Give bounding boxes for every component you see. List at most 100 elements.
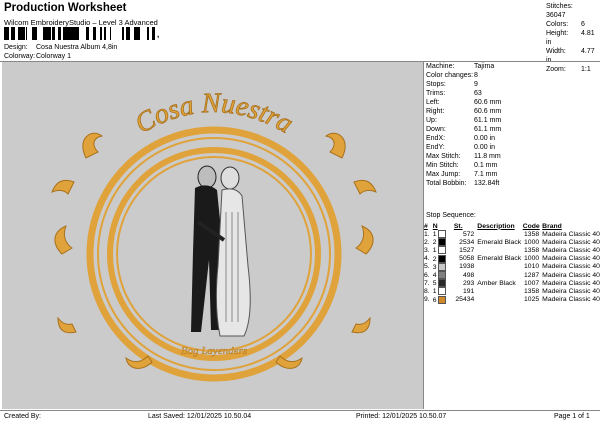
barcode-bar — [86, 27, 89, 40]
stop-index: 1. — [424, 230, 430, 238]
barcode-bar — [35, 27, 37, 40]
stop-needle: 1 — [433, 230, 454, 239]
stop-code: 1000 — [524, 255, 540, 263]
barcode-bar — [126, 27, 127, 40]
barcode-bar — [14, 27, 15, 40]
machine-info-value: 61.1 mm — [474, 117, 502, 124]
thread-swatch — [438, 262, 447, 271]
colorway-row: Colorway:Colorway 1 — [4, 52, 71, 61]
thread-swatch — [438, 287, 447, 296]
thread-swatch — [438, 271, 447, 280]
stop-index: 9. — [424, 296, 430, 304]
thread-swatch — [438, 246, 447, 255]
stop-code: 1007 — [524, 279, 540, 287]
stat-stitches: Stitches:36047 — [546, 3, 573, 19]
design-row: Design: Cosa Nuestra Album 4,8in — [4, 43, 117, 52]
stop-stitches: 1527 — [459, 246, 475, 254]
machine-info-value: 61.1 mm — [474, 126, 502, 133]
col-header-stitches: St. — [453, 222, 463, 230]
col-header-index: # — [424, 222, 428, 230]
barcode-bar — [75, 27, 77, 40]
last-saved: Last Saved: 12/01/2025 10.50.04 — [148, 413, 252, 420]
barcode — [4, 27, 156, 40]
barcode-bar — [65, 27, 68, 40]
stop-row: 7. 5 293 Amber Black 1007 Madeira Classic 40 — [424, 279, 600, 288]
stop-brand: Madeira Classic 40 — [542, 263, 600, 271]
machine-info-value: 60.6 mm — [474, 108, 502, 115]
machine-info-row: Up: 61.1 mm — [426, 116, 501, 125]
barcode-bar — [34, 27, 35, 40]
machine-info-label: Min Stitch: — [426, 162, 459, 169]
barcode-bar — [100, 27, 102, 40]
machine-info-row: EndX: 0.00 in — [426, 134, 501, 143]
machine-info-label: Up: — [426, 117, 437, 124]
machine-info-panel: Machine: Tajima Color changes:8 Stops: 9 Trim… — [426, 62, 501, 188]
machine-info-value: 0.00 in — [474, 135, 496, 142]
design-stats: Stitches:36047 Colors: 6 Height: 4.81 in W… — [546, 2, 600, 74]
stop-index: 6. — [424, 271, 430, 279]
barcode-bar — [45, 27, 48, 40]
barcode-bar — [110, 27, 111, 40]
stop-row: 5. 3 1938 1010 Madeira Classic 40 — [424, 262, 600, 271]
software-subtitle: Wilcom EmbroideryStudio – Level 3 Advanc… — [4, 18, 158, 27]
stat-width: Width:4.77 in — [546, 48, 595, 64]
stop-row: 4. 2 5058 Emerald Black 1000 Madeira Classic… — [424, 254, 600, 263]
stop-stitches: 498 — [462, 271, 475, 279]
stop-needle: 2 — [433, 238, 454, 247]
stop-brand: Madeira Classic 40 — [542, 230, 600, 238]
thread-swatch — [438, 230, 447, 239]
stop-description — [477, 246, 522, 254]
barcode-bar — [26, 27, 27, 40]
stop-description: Emerald Black — [477, 238, 522, 246]
stop-index: 2. — [424, 238, 430, 246]
stop-brand: Madeira Classic 40 — [542, 296, 600, 304]
barcode-suffix: , — [157, 30, 160, 39]
col-header-description: Description — [477, 222, 515, 230]
stop-description — [477, 263, 522, 271]
machine-info-row: Trims: 63 — [426, 89, 501, 98]
machine-info-label: Total Bobbin: — [426, 180, 467, 187]
stop-index: 5. — [424, 263, 430, 271]
thread-swatch — [438, 295, 447, 304]
design-preview: Cosa Nuestra Bog Layenders — [2, 62, 423, 409]
stop-sequence-table: # N St. Description Code Brand 1. 1 572 13… — [424, 222, 600, 304]
stop-needle: 1 — [433, 287, 454, 296]
barcode-bar — [43, 27, 45, 40]
barcode-bar — [11, 27, 14, 40]
stop-row: 2. 2 2534 Emerald Black 1000 Madeira Classic… — [424, 238, 600, 247]
machine-info-row: Left: 60.6 mm — [426, 98, 501, 107]
machine-info-row: Max Stitch: 11.8 mm — [426, 152, 501, 161]
stop-needle: 2 — [433, 254, 454, 263]
stop-needle: 4 — [433, 271, 454, 280]
barcode-bar — [48, 27, 51, 40]
machine-info-value: 7.1 mm — [474, 171, 498, 178]
stop-code: 1287 — [524, 271, 540, 279]
stop-needle: 3 — [433, 262, 454, 271]
stop-row: 9. 6 25434 1025 Madeira Classic 40 — [424, 295, 600, 304]
stop-sequence-title: Stop Sequence: — [426, 212, 476, 219]
stop-index: 4. — [424, 255, 430, 263]
machine-info-label: Stops: — [426, 81, 446, 88]
machine-info-label: EndY: — [426, 144, 445, 151]
barcode-bar — [6, 27, 8, 40]
machine-info-label: Machine: — [426, 63, 455, 70]
barcode-bar — [104, 27, 105, 40]
machine-info-label: EndX: — [426, 135, 446, 142]
stop-description — [477, 287, 522, 295]
stop-stitches: 25434 — [455, 296, 475, 304]
barcode-bar — [122, 27, 124, 40]
col-header-brand: Brand — [542, 222, 562, 230]
stop-code: 1000 — [524, 238, 540, 246]
machine-info-row: Min Stitch: 0.1 mm — [426, 161, 501, 170]
barcode-bar — [52, 27, 55, 40]
barcode-bar — [93, 27, 96, 40]
barcode-bar — [18, 27, 20, 40]
barcode-bar — [137, 27, 140, 40]
machine-info-row: Max Jump: 7.1 mm — [426, 170, 501, 179]
stop-stitches: 293 — [462, 279, 475, 287]
machine-info-row: Total Bobbin: 132.84ft — [426, 179, 501, 188]
machine-info-value: 9 — [474, 81, 478, 88]
machine-info-row: Color changes:8 — [426, 71, 501, 80]
colorway-label: Colorway: — [4, 53, 36, 60]
stop-brand: Madeira Classic 40 — [542, 246, 600, 254]
